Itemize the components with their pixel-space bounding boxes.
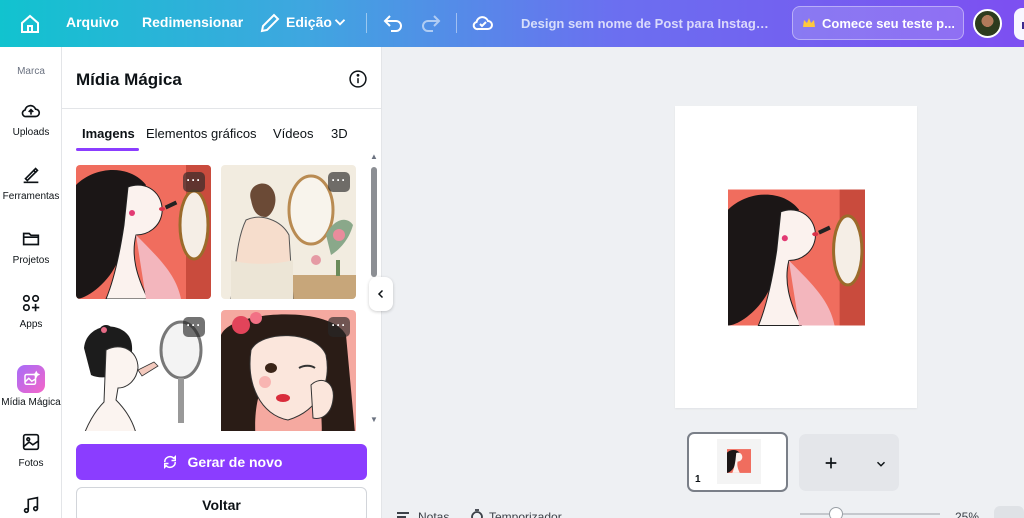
rail-item-magic-media[interactable]: Mídia Mágica [0,365,62,408]
image-icon [22,433,40,451]
page-thumbnail-preview [717,439,761,484]
tab-images[interactable]: Imagens [82,126,135,141]
active-tab-indicator [76,148,139,151]
generated-image[interactable]: ··· [221,310,356,431]
tools-icon [23,167,39,184]
regenerate-button[interactable]: Gerar de novo [76,444,367,480]
rail-item-label: Apps [19,319,43,330]
rail-item-label: Uploads [12,127,50,138]
scroll-up-arrow[interactable]: ▲ [370,153,378,161]
divider [366,13,367,33]
zoom-slider[interactable] [800,507,940,518]
rail-item-audio[interactable] [0,494,62,518]
timer-button[interactable]: Temporizador [489,510,562,518]
add-page-button[interactable] [799,434,899,491]
tab-graphics[interactable]: Elementos gráficos [146,126,257,141]
edit-menu[interactable]: Edição [286,14,332,30]
refresh-icon [163,454,176,470]
crown-icon [803,18,815,27]
woman-lipstick-image [727,449,751,473]
more-options-button[interactable]: ··· [328,172,350,192]
rail-item-tools[interactable]: Ferramentas [0,164,62,202]
info-icon[interactable] [348,69,368,89]
plus-icon [825,457,837,469]
page-view-button[interactable] [994,506,1024,518]
page-number: 1 [695,474,701,485]
scroll-thumb[interactable] [371,167,377,277]
rail-item-label: Ferramentas [2,191,60,202]
page-thumbnail[interactable]: 1 [687,432,788,492]
home-icon[interactable] [18,12,42,36]
design-page[interactable] [675,106,917,408]
magic-media-panel: Mídia Mágica Imagens Elementos gráficos … [62,47,382,518]
generated-image[interactable]: ··· [76,310,211,431]
tab-videos[interactable]: Vídeos [273,126,313,141]
divider [62,108,382,109]
generated-image[interactable]: ··· [221,165,356,299]
folder-icon [22,232,40,246]
redo-icon[interactable] [419,11,443,35]
image-results-grid: ··· ··· ··· ··· [76,165,366,431]
zoom-slider-handle[interactable] [829,507,843,518]
zoom-level[interactable]: 25% [955,510,979,518]
more-options-button[interactable]: ··· [328,317,350,337]
rail-item-label: Projetos [12,255,50,266]
back-label: Voltar [202,497,241,513]
file-menu[interactable]: Arquivo [66,14,119,30]
chevron-left-icon [377,289,384,299]
scroll-down-arrow[interactable]: ▼ [370,416,378,424]
back-button[interactable]: Voltar [76,487,367,518]
collapse-panel-button[interactable] [369,277,393,311]
generated-image[interactable]: ··· [76,165,211,299]
resize-menu[interactable]: Redimensionar [142,14,243,30]
music-icon [23,496,39,514]
start-trial-label: Comece seu teste p... [822,15,954,31]
rail-item-apps[interactable]: Apps [0,292,62,330]
timer-icon [471,509,483,518]
more-options-button[interactable]: ··· [183,172,205,192]
chevron-down-icon[interactable] [874,457,888,471]
undo-icon[interactable] [381,11,405,35]
upload-icon [1022,22,1024,29]
woman-lipstick-image [728,189,865,326]
document-title[interactable]: Design sem nome de Post para Instagra... [521,16,771,31]
apps-icon [22,294,40,312]
cloud-upload-icon [21,104,41,118]
start-trial-button[interactable]: Comece seu teste p... [792,6,964,40]
rail-item-label: Fotos [18,458,44,469]
regenerate-label: Gerar de novo [187,454,283,470]
cloud-saved-icon[interactable] [471,11,495,35]
rail-item-label: Mídia Mágica [1,397,61,408]
magic-media-icon [17,365,45,393]
pencil-icon [260,13,280,33]
chevron-down-icon[interactable] [331,13,349,31]
avatar[interactable] [973,9,1002,38]
tab-3d[interactable]: 3D [331,126,348,141]
rail-item-brand[interactable]: Marca [0,66,62,77]
rail-item-photos[interactable]: Fotos [0,431,62,469]
notes-button[interactable]: Notas [418,510,449,518]
bottom-bar: Notas Temporizador 25% [382,506,1024,518]
rail-item-uploads[interactable]: Uploads [0,100,62,138]
panel-title: Mídia Mágica [76,70,182,89]
more-options-button[interactable]: ··· [183,317,205,337]
notes-icon [397,512,409,518]
placed-image[interactable] [728,189,865,326]
left-rail: Marca Uploads Ferramentas Projetos Apps … [0,47,62,518]
divider [456,13,457,33]
top-bar: Arquivo Redimensionar Edição Design sem … [0,0,1024,47]
rail-item-projects[interactable]: Projetos [0,228,62,266]
share-button[interactable] [1014,8,1024,40]
